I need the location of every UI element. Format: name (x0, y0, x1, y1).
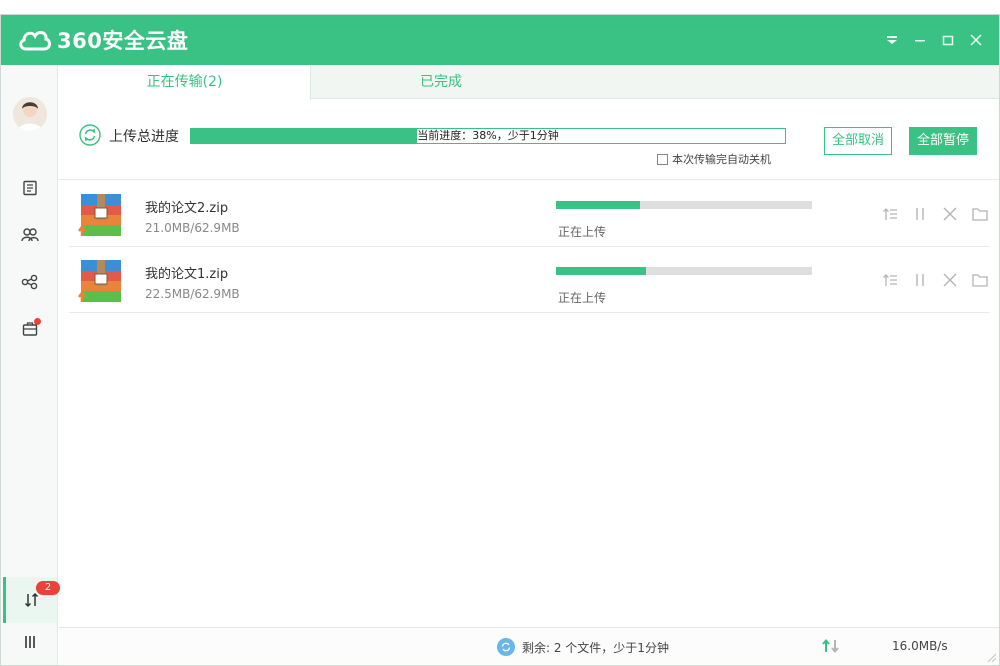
toolbox-icon[interactable] (19, 318, 41, 340)
row-actions (881, 205, 989, 223)
refresh-icon (79, 124, 101, 146)
pause-icon[interactable] (911, 271, 929, 289)
cloud-logo-icon (19, 30, 51, 51)
overall-progress-panel: 上传总进度 当前进度：38%，少于1分钟 本次传输完自动关机 全部取消 全部暂停 (59, 100, 999, 180)
notification-dot (34, 318, 41, 325)
transfer-speed: 16.0MB/s (892, 639, 948, 653)
overall-progress-bar: 当前进度：38%，少于1分钟 (190, 128, 786, 144)
row-actions (881, 271, 989, 289)
share-icon[interactable] (19, 271, 41, 293)
sync-icon (497, 638, 515, 656)
sidebar-item-transfer[interactable]: 2 (3, 577, 60, 623)
tab-in-progress[interactable]: 正在传输(2) (59, 65, 311, 100)
list-item[interactable]: 我的论文2.zip 21.0MB/62.9MB 正在上传 (69, 181, 989, 247)
move-to-top-icon[interactable] (881, 271, 899, 289)
minimize-icon[interactable] (911, 31, 929, 49)
menu-icon[interactable] (19, 631, 41, 653)
status-bar: 剩余: 2 个文件，少于1分钟 16.0MB/s (59, 627, 999, 665)
sidebar: 2 (1, 65, 60, 665)
file-progress-fill (556, 201, 641, 209)
zip-file-icon (78, 194, 121, 236)
title-bar: 360安全云盘 (1, 15, 999, 65)
open-folder-icon[interactable] (971, 205, 989, 223)
resize-grip-icon[interactable] (985, 651, 997, 663)
app-title: 360安全云盘 (57, 29, 189, 53)
file-name: 我的论文2.zip (145, 201, 229, 216)
file-size: 21.0MB/62.9MB (145, 221, 240, 235)
file-progress-bar (556, 201, 812, 209)
open-folder-icon[interactable] (971, 271, 989, 289)
transfer-icon (24, 592, 38, 608)
zip-file-icon (78, 260, 121, 302)
list-item[interactable]: 我的论文1.zip 22.5MB/62.9MB 正在上传 (69, 247, 989, 313)
file-progress-bar (556, 267, 812, 275)
app-logo: 360安全云盘 (17, 26, 188, 54)
auto-shutdown-option[interactable]: 本次传输完自动关机 (657, 151, 771, 167)
transfer-count-badge: 2 (36, 581, 60, 595)
overall-progress-text: 当前进度：38%，少于1分钟 (417, 129, 559, 142)
pause-all-button[interactable]: 全部暂停 (909, 127, 977, 155)
upload-download-icon (821, 638, 841, 658)
transfer-list: 我的论文2.zip 21.0MB/62.9MB 正在上传 我的论文1.zip 2… (59, 181, 999, 313)
overall-progress-label: 上传总进度 (109, 129, 179, 145)
avatar[interactable] (13, 97, 47, 131)
window-controls (883, 31, 985, 49)
maximize-icon[interactable] (939, 31, 957, 49)
tab-bar: 正在传输(2) 已完成 (59, 65, 999, 100)
app-window: 360安全云盘 2 正在传输(2) 已完成 上传总进度 当前进度：38%，少于1… (0, 14, 1000, 666)
move-to-top-icon[interactable] (881, 205, 899, 223)
cancel-all-button[interactable]: 全部取消 (824, 127, 892, 155)
auto-shutdown-label: 本次传输完自动关机 (672, 153, 771, 166)
auto-shutdown-checkbox[interactable] (657, 153, 668, 165)
remaining-text: 剩余: 2 个文件，少于1分钟 (522, 641, 669, 655)
cancel-icon[interactable] (941, 271, 959, 289)
contacts-icon[interactable] (19, 224, 41, 246)
file-status: 正在上传 (558, 291, 607, 305)
cancel-icon[interactable] (941, 205, 959, 223)
file-progress-fill (556, 267, 646, 275)
pause-icon[interactable] (911, 205, 929, 223)
close-icon[interactable] (967, 31, 985, 49)
file-status: 正在上传 (558, 225, 607, 239)
dropdown-icon[interactable] (883, 31, 901, 49)
file-name: 我的论文1.zip (145, 267, 229, 282)
file-size: 22.5MB/62.9MB (145, 287, 240, 301)
document-icon[interactable] (19, 177, 41, 199)
tab-completed[interactable]: 已完成 (311, 65, 571, 99)
